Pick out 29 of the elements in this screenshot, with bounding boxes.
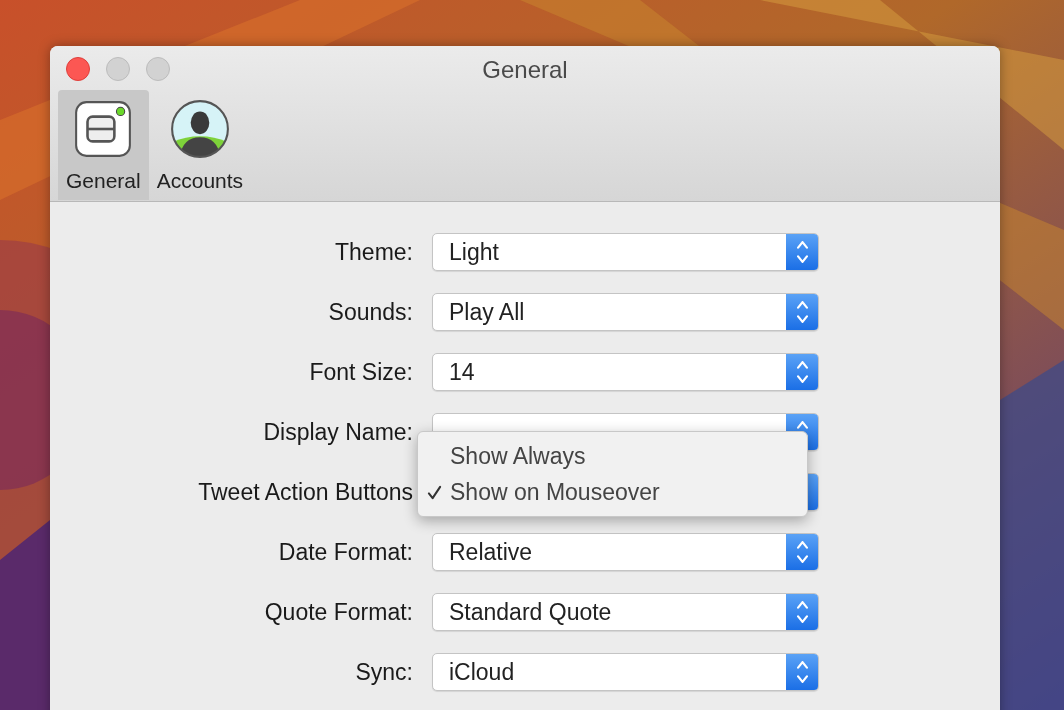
setting-label: Date Format: (277, 538, 413, 567)
popup-button[interactable]: Light (432, 233, 819, 271)
window-title: General (482, 56, 568, 83)
setting-label: Sync: (354, 658, 413, 687)
setting-label: Sounds: (327, 298, 413, 327)
setting-label: Display Name: (262, 418, 413, 447)
zoom-button[interactable] (146, 57, 170, 81)
menu-item[interactable]: Show Always (418, 438, 807, 474)
up-down-chevron-icon (796, 601, 808, 623)
up-down-chevron-icon (796, 301, 808, 323)
setting-label: Font Size: (308, 358, 413, 387)
setting-label: Quote Format: (263, 598, 413, 627)
close-button[interactable] (66, 57, 90, 81)
up-down-chevron-icon (796, 541, 808, 563)
up-down-chevron-icon (796, 361, 808, 383)
setting-label: Theme: (334, 238, 413, 267)
menu-item[interactable]: Show on Mouseover (418, 474, 807, 510)
popup-button[interactable]: 14 (432, 353, 819, 391)
toolbar-tab[interactable]: General (58, 90, 149, 200)
setting-label: Tweet Action Buttons (197, 478, 413, 507)
up-down-chevron-icon (796, 661, 808, 683)
toolbar-tab[interactable]: Accounts (148, 90, 252, 200)
popup-button[interactable]: Play All (432, 293, 819, 331)
up-down-chevron-icon (796, 241, 808, 263)
popup-button[interactable]: Standard Quote (432, 593, 819, 631)
popup-button[interactable]: iCloud (432, 653, 819, 691)
popup-button[interactable]: Relative (432, 533, 819, 571)
minimize-button[interactable] (106, 57, 130, 81)
user-avatar-icon (168, 98, 231, 160)
